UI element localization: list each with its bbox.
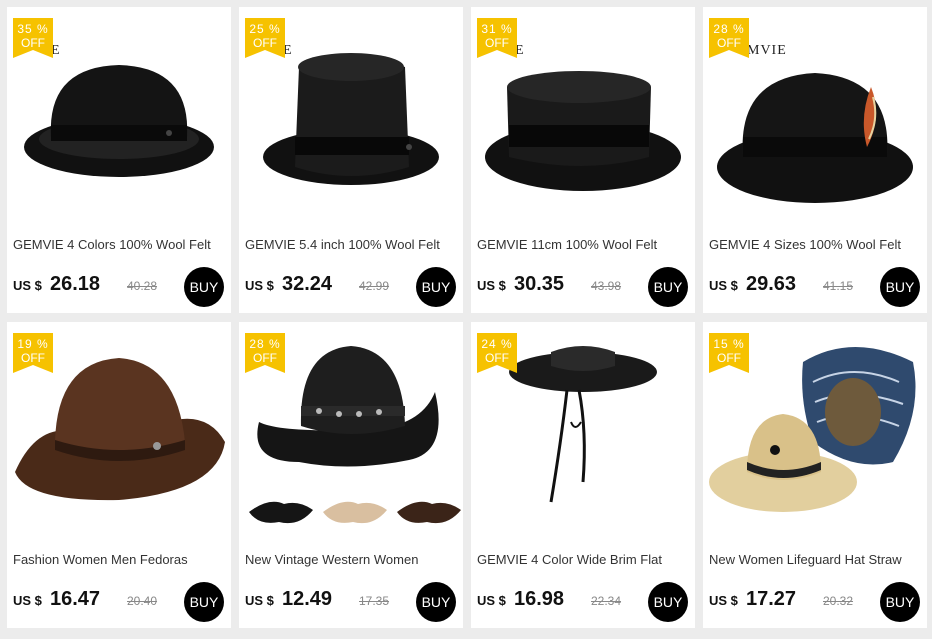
buy-button[interactable]: BUY <box>648 267 688 307</box>
product-title[interactable]: GEMVIE 5.4 inch 100% Wool Felt <box>245 237 459 252</box>
product-card[interactable]: 19 % OFF Fashion Women Men Fedoras US $ … <box>7 322 231 628</box>
product-card[interactable]: 15 % OFF New Women Lifeguard Hat Straw U… <box>703 322 927 628</box>
original-price: 40.28 <box>127 279 158 293</box>
discount-off: OFF <box>485 351 509 365</box>
currency: US $ <box>245 278 274 293</box>
product-title[interactable]: Fashion Women Men Fedoras <box>13 552 227 567</box>
price-row: US $ 32.24 42.99 BUY <box>245 267 459 307</box>
discount-percent: 24 % <box>481 337 513 351</box>
product-title[interactable]: New Women Lifeguard Hat Straw <box>709 552 923 567</box>
price-row: US $ 30.35 43.98 BUY <box>477 267 691 307</box>
product-card[interactable]: E 25 % OFF GEMVIE 5.4 inch 100% Wool Fel… <box>239 7 463 313</box>
product-grid: E 35 % OFF GEMVIE 4 Colors 100% Wool Fel… <box>0 0 932 639</box>
price-row: US $ 16.98 22.34 BUY <box>477 582 691 622</box>
sale-price: 32.24 <box>282 273 333 295</box>
brand-text: MVIE <box>747 43 787 58</box>
original-price: 22.34 <box>591 594 622 608</box>
currency: US $ <box>13 278 42 293</box>
original-price: 20.32 <box>823 594 854 608</box>
discount-percent: 19 % <box>17 337 49 351</box>
sale-price: 16.47 <box>50 588 101 610</box>
discount-off: OFF <box>253 351 277 365</box>
buy-button[interactable]: BUY <box>416 267 456 307</box>
product-card[interactable]: E 31 % OFF GEMVIE 11cm 100% Wool Felt US… <box>471 7 695 313</box>
currency: US $ <box>13 593 42 608</box>
currency: US $ <box>477 278 506 293</box>
product-card[interactable]: MVIE 28 % OFF GEMVIE 4 Sizes 100% Wool F… <box>703 7 927 313</box>
discount-off: OFF <box>485 36 509 50</box>
original-price: 41.15 <box>823 279 854 293</box>
product-title[interactable]: GEMVIE 11cm 100% Wool Felt <box>477 237 691 252</box>
discount-off: OFF <box>253 36 277 50</box>
price-row: US $ 12.49 17.35 BUY <box>245 582 459 622</box>
sale-price: 26.18 <box>50 273 101 295</box>
price-row: US $ 17.27 20.32 BUY <box>709 582 923 622</box>
product-card[interactable]: E 35 % OFF GEMVIE 4 Colors 100% Wool Fel… <box>7 7 231 313</box>
discount-off: OFF <box>21 351 45 365</box>
original-price: 42.99 <box>359 279 390 293</box>
product-card[interactable]: 24 % OFF GEMVIE 4 Color Wide Brim Flat U… <box>471 322 695 628</box>
product-title[interactable]: GEMVIE 4 Color Wide Brim Flat <box>477 552 691 567</box>
product-title[interactable]: GEMVIE 4 Sizes 100% Wool Felt <box>709 237 923 252</box>
buy-button[interactable]: BUY <box>184 582 224 622</box>
discount-off: OFF <box>717 351 741 365</box>
discount-percent: 31 % <box>481 22 513 36</box>
currency: US $ <box>709 278 738 293</box>
currency: US $ <box>477 593 506 608</box>
discount-percent: 28 % <box>249 337 281 351</box>
discount-off: OFF <box>21 36 45 50</box>
price-row: US $ 16.47 20.40 BUY <box>13 582 227 622</box>
sale-price: 16.98 <box>514 588 565 610</box>
sale-price: 29.63 <box>746 273 797 295</box>
discount-percent: 15 % <box>713 337 745 351</box>
sale-price: 12.49 <box>282 588 333 610</box>
discount-percent: 28 % <box>713 22 745 36</box>
discount-percent: 25 % <box>249 22 281 36</box>
buy-button[interactable]: BUY <box>880 267 920 307</box>
buy-button[interactable]: BUY <box>416 582 456 622</box>
buy-button[interactable]: BUY <box>648 582 688 622</box>
price-row: US $ 26.18 40.28 BUY <box>13 267 227 307</box>
discount-percent: 35 % <box>17 22 49 36</box>
price-row: US $ 29.63 41.15 BUY <box>709 267 923 307</box>
original-price: 17.35 <box>359 594 390 608</box>
buy-button[interactable]: BUY <box>184 267 224 307</box>
currency: US $ <box>245 593 274 608</box>
product-card[interactable]: 28 % OFF New Vintage Western Women US $ … <box>239 322 463 628</box>
original-price: 20.40 <box>127 594 158 608</box>
sale-price: 30.35 <box>514 273 565 295</box>
product-title[interactable]: GEMVIE 4 Colors 100% Wool Felt <box>13 237 227 252</box>
discount-off: OFF <box>717 36 741 50</box>
sale-price: 17.27 <box>746 588 797 610</box>
buy-button[interactable]: BUY <box>880 582 920 622</box>
currency: US $ <box>709 593 738 608</box>
product-title[interactable]: New Vintage Western Women <box>245 552 459 567</box>
original-price: 43.98 <box>591 279 622 293</box>
